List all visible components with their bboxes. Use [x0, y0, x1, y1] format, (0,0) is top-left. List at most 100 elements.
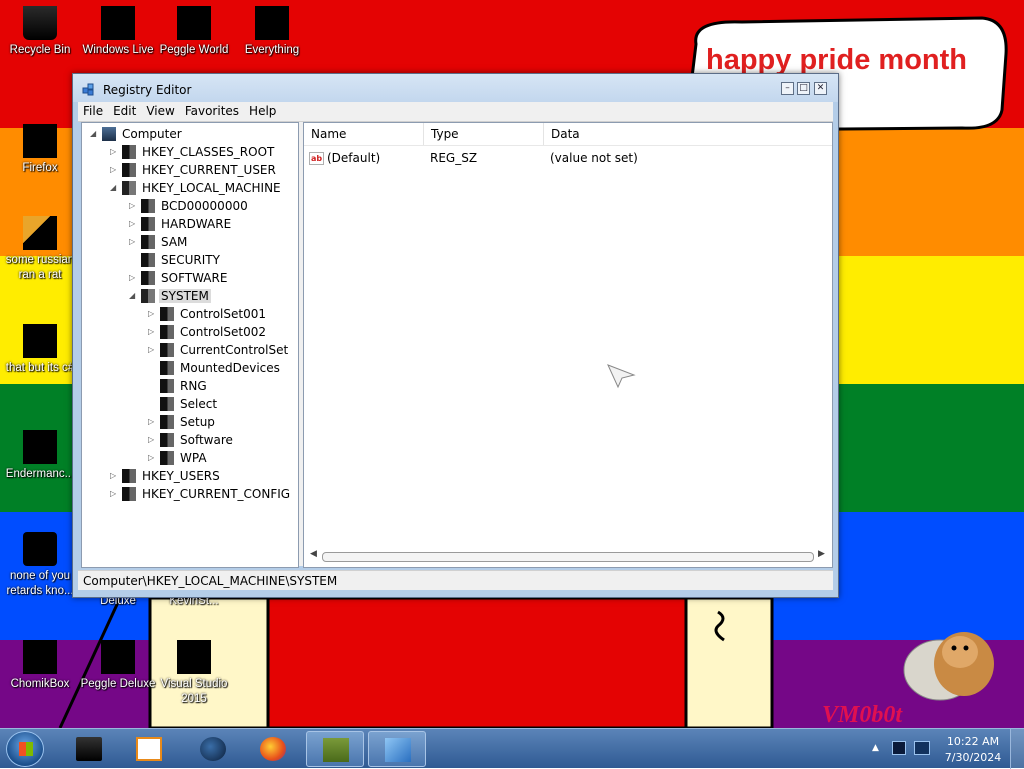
- tree-item-security[interactable]: SECURITY: [129, 251, 222, 269]
- scroll-left-arrow-icon[interactable]: ◀: [310, 549, 317, 559]
- desktop-icon-peggle-deluxe[interactable]: Peggle Deluxe: [78, 640, 158, 692]
- desktop-icon-firefox[interactable]: Firefox: [0, 124, 80, 176]
- menu-file[interactable]: File: [78, 102, 108, 118]
- collapse-arrow-icon[interactable]: ◢: [90, 125, 100, 143]
- start-button[interactable]: [6, 731, 44, 767]
- expand-arrow-icon[interactable]: ▷: [129, 233, 139, 251]
- values-list[interactable]: Name Type Data ab (Default) REG_SZ (value…: [303, 122, 833, 568]
- expand-arrow-icon[interactable]: ▷: [110, 485, 120, 503]
- clock-time[interactable]: 10:22 AM: [940, 735, 1006, 748]
- desktop-icon-label: Peggle World: [159, 44, 229, 56]
- expand-arrow-icon[interactable]: ▷: [129, 269, 139, 287]
- minimize-button[interactable]: –: [781, 82, 794, 95]
- tree-item-bcd[interactable]: ▷ BCD00000000: [129, 197, 250, 215]
- tree-item-controlset002[interactable]: ▷ ControlSet002: [148, 323, 268, 341]
- column-header-data[interactable]: Data: [544, 123, 832, 145]
- menu-edit[interactable]: Edit: [108, 102, 141, 118]
- desktop-icon-label: Firefox: [22, 162, 58, 174]
- folder-icon: [141, 271, 155, 285]
- tree-item-setup[interactable]: ▷ Setup: [148, 413, 217, 431]
- folder-icon: [160, 379, 174, 393]
- desktop-icon-none-of-you[interactable]: none of you retards kno...: [0, 532, 80, 599]
- column-header-type[interactable]: Type: [424, 123, 544, 145]
- tree-item-label: Computer: [122, 127, 182, 141]
- title-bar[interactable]: Registry Editor – □ ✕: [73, 74, 838, 102]
- expand-arrow-icon[interactable]: ▷: [148, 449, 158, 467]
- tree-item-rng[interactable]: RNG: [148, 377, 209, 395]
- expand-arrow-icon[interactable]: ▷: [148, 341, 158, 359]
- tree-item-hardware[interactable]: ▷ HARDWARE: [129, 215, 233, 233]
- expand-arrow-icon[interactable]: ▷: [148, 323, 158, 341]
- folder-icon: [122, 163, 136, 177]
- tree-item-computer[interactable]: ◢ Computer: [90, 125, 184, 143]
- tree-item-controlset001[interactable]: ▷ ControlSet001: [148, 305, 268, 323]
- horizontal-scrollbar[interactable]: ◀ ▶: [310, 549, 826, 563]
- expand-arrow-icon[interactable]: ▷: [129, 197, 139, 215]
- desktop-icon-peggle-world[interactable]: Peggle World: [154, 6, 234, 58]
- taskbar-button-registry-editor[interactable]: [368, 731, 426, 767]
- tree-item-label: ControlSet001: [180, 307, 266, 321]
- show-desktop-button[interactable]: [1010, 729, 1024, 769]
- tree-item-hkey-current-user[interactable]: ▷ HKEY_CURRENT_USER: [110, 161, 278, 179]
- tree-item-label: HARDWARE: [161, 217, 232, 231]
- expand-arrow-icon[interactable]: ▷: [110, 467, 120, 485]
- registry-tree[interactable]: ◢ Computer ▷ HKEY_CLASSES_ROOT ▷ HKEY_CURRE…: [81, 122, 299, 568]
- expand-arrow-icon[interactable]: ▷: [110, 143, 120, 161]
- tree-item-sam[interactable]: ▷ SAM: [129, 233, 189, 251]
- tray-expand-arrow-icon[interactable]: ▲: [872, 743, 879, 753]
- desktop-icon-chomikbox[interactable]: ChomikBox: [0, 640, 80, 692]
- expand-arrow-icon[interactable]: ▷: [148, 305, 158, 323]
- tree-item-hkey-current-config[interactable]: ▷ HKEY_CURRENT_CONFIG: [110, 485, 292, 503]
- tree-item-software[interactable]: ▷ SOFTWARE: [129, 269, 229, 287]
- desktop-icon-recycle-bin[interactable]: Recycle Bin: [0, 6, 80, 58]
- maximize-button[interactable]: □: [797, 82, 810, 95]
- tree-item-label: CurrentControlSet: [180, 343, 289, 357]
- desktop-icon-label: Visual Studio 2015: [160, 678, 228, 705]
- tree-item-hkey-classes-root[interactable]: ▷ HKEY_CLASSES_ROOT: [110, 143, 276, 161]
- hamster-image: [903, 632, 994, 701]
- console-window-icon: [23, 430, 57, 464]
- desktop-icon-windows-live[interactable]: Windows Live: [78, 6, 158, 58]
- tree-item-hkey-users[interactable]: ▷ HKEY_USERS: [110, 467, 222, 485]
- taskbar-button-console[interactable]: [60, 731, 118, 767]
- expand-arrow-icon[interactable]: ▷: [148, 413, 158, 431]
- taskbar-button-firefox[interactable]: [244, 731, 302, 767]
- taskbar-button-media-player[interactable]: [120, 731, 178, 767]
- taskbar-button-browser[interactable]: [184, 731, 242, 767]
- tree-item-select[interactable]: Select: [148, 395, 219, 413]
- tree-item-mounteddevices[interactable]: MountedDevices: [148, 359, 282, 377]
- collapse-arrow-icon[interactable]: ◢: [129, 287, 139, 305]
- cmd-box-icon: [76, 737, 102, 761]
- menu-favorites[interactable]: Favorites: [180, 102, 244, 118]
- folder-icon: [160, 325, 174, 339]
- tree-item-wpa[interactable]: ▷ WPA: [148, 449, 209, 467]
- scrollbar-thumb[interactable]: [322, 552, 814, 562]
- network-icon[interactable]: [892, 741, 906, 755]
- folder-icon: [160, 415, 174, 429]
- value-row-name[interactable]: ab (Default): [309, 149, 380, 167]
- desktop-icon-endermanch[interactable]: Endermanc...: [0, 430, 80, 482]
- desktop-icon-everything[interactable]: Everything: [232, 6, 312, 58]
- menu-help[interactable]: Help: [244, 102, 281, 118]
- clock-date[interactable]: 7/30/2024: [940, 751, 1006, 764]
- expand-arrow-icon[interactable]: ▷: [148, 431, 158, 449]
- expand-arrow-icon[interactable]: ▷: [110, 161, 120, 179]
- desktop-icon-visual-studio[interactable]: Visual Studio 2015: [154, 640, 234, 707]
- close-button[interactable]: ✕: [814, 82, 827, 95]
- volume-icon[interactable]: [914, 741, 930, 755]
- tree-item-hkey-local-machine[interactable]: ◢ HKEY_LOCAL_MACHINE: [110, 179, 283, 197]
- scroll-right-arrow-icon[interactable]: ▶: [818, 549, 825, 559]
- taskbar-button-chomikbox[interactable]: [306, 731, 364, 767]
- registry-editor-window[interactable]: Registry Editor – □ ✕ File Edit View Favori…: [72, 73, 839, 598]
- string-value-icon: ab: [309, 152, 324, 165]
- desktop-icon-csharp[interactable]: that but its c#: [0, 324, 80, 376]
- tree-item-software-sub[interactable]: ▷ Software: [148, 431, 235, 449]
- tree-item-system[interactable]: ◢ SYSTEM: [129, 287, 211, 305]
- collapse-arrow-icon[interactable]: ◢: [110, 179, 120, 197]
- expand-arrow-icon[interactable]: ▷: [129, 215, 139, 233]
- tree-item-currentcontrolset[interactable]: ▷ CurrentControlSet: [148, 341, 290, 359]
- menu-bar: File Edit View Favorites Help: [78, 102, 833, 122]
- menu-view[interactable]: View: [141, 102, 179, 118]
- desktop-icon-russian-rat[interactable]: some russian ran a rat: [0, 216, 80, 283]
- column-header-name[interactable]: Name: [304, 123, 424, 145]
